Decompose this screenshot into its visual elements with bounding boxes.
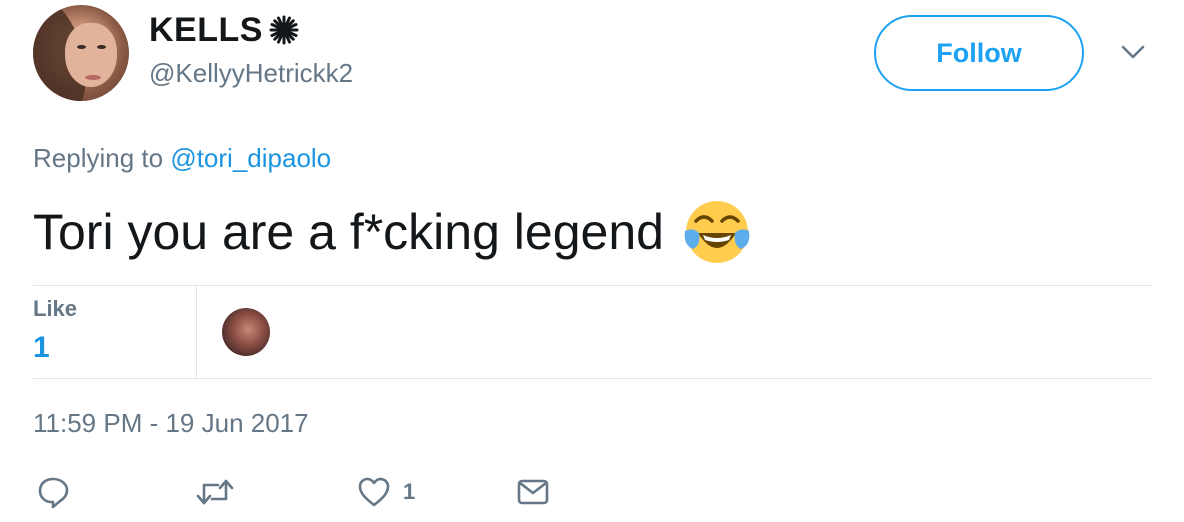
stats-divider-top [33, 285, 1152, 286]
chevron-down-icon[interactable] [1120, 42, 1146, 62]
reply-mention-link[interactable]: @tori_dipaolo [170, 143, 331, 173]
user-handle[interactable]: @KellyyHetrickk2 [149, 57, 353, 89]
reply-button[interactable] [36, 472, 70, 512]
reply-icon [38, 477, 69, 509]
user-avatar[interactable] [33, 5, 129, 101]
stats-divider-bottom [33, 378, 1152, 379]
tweet-actions: 1 [0, 472, 1184, 514]
retweet-button[interactable] [196, 472, 234, 512]
likes-label[interactable]: Like [33, 296, 77, 322]
display-name[interactable]: KELLS [149, 10, 263, 50]
tweet-text: Tori you are a f*cking legend [33, 197, 752, 267]
heart-icon [358, 477, 390, 507]
tweet-body: Tori you are a f*cking legend [33, 204, 664, 260]
face-with-tears-of-joy-icon [684, 201, 750, 263]
retweet-icon [196, 479, 234, 505]
tweet-timestamp[interactable]: 11:59 PM - 19 Jun 2017 [33, 408, 309, 439]
replying-to-label: Replying to [33, 143, 164, 173]
direct-message-button[interactable] [516, 472, 550, 512]
replying-to: Replying to @tori_dipaolo [33, 141, 331, 175]
sunburst-icon [269, 15, 299, 45]
like-action-count: 1 [403, 479, 416, 504]
like-button[interactable]: 1 [357, 472, 415, 512]
likes-count[interactable]: 1 [33, 331, 50, 365]
liker-avatar[interactable] [222, 308, 270, 356]
user-name-row[interactable]: KELLS [149, 10, 299, 50]
follow-button[interactable]: Follow [874, 15, 1084, 91]
message-icon [517, 479, 549, 505]
stats-separator [196, 286, 197, 378]
